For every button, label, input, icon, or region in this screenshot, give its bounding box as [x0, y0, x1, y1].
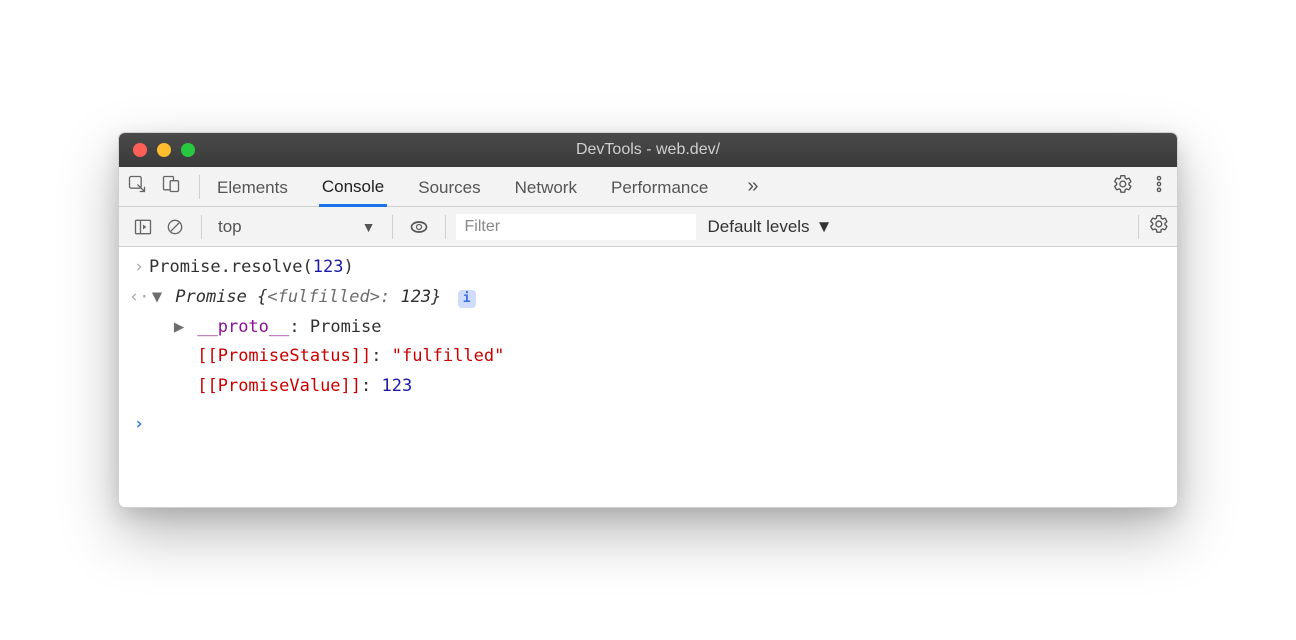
minimize-window-button[interactable] — [157, 143, 171, 157]
code-token-number: 123 — [313, 257, 344, 277]
result-value: 123 — [400, 287, 431, 307]
expand-toggle-icon[interactable]: ▼ — [149, 283, 165, 313]
execution-context-label: top — [218, 217, 242, 237]
log-level-selector[interactable]: Default levels ▼ — [708, 217, 833, 237]
clear-console-icon[interactable] — [159, 217, 191, 237]
expand-toggle-icon[interactable]: ▶ — [171, 313, 187, 343]
code-token: Promise.resolve( — [149, 257, 313, 277]
console-body: › Promise.resolve(123) ‹· ▼ Promise {<fu… — [119, 247, 1177, 507]
tree-value: "fulfilled" — [392, 346, 505, 366]
tree-key: __proto__ — [197, 317, 289, 337]
log-level-label: Default levels — [708, 217, 810, 237]
prompt-caret-icon: › — [129, 410, 149, 440]
tab-elements[interactable]: Elements — [214, 168, 291, 206]
toggle-console-sidebar-icon[interactable] — [127, 217, 159, 237]
maximize-window-button[interactable] — [181, 143, 195, 157]
execution-context-selector[interactable]: top ▼ — [212, 217, 382, 237]
tab-sources[interactable]: Sources — [415, 168, 483, 206]
device-toolbar-icon[interactable] — [161, 174, 181, 199]
tree-key: [[PromiseValue]] — [197, 376, 361, 396]
output-caret-icon: ‹· — [129, 283, 149, 313]
settings-icon[interactable] — [1113, 174, 1133, 199]
titlebar: DevTools - web.dev/ — [119, 133, 1177, 167]
window-controls — [119, 143, 195, 157]
result-close: } — [431, 287, 441, 307]
panel-tab-strip: Elements Console Sources Network Perform… — [119, 167, 1177, 207]
console-settings-icon[interactable] — [1149, 214, 1169, 239]
inspect-element-icon[interactable] — [127, 174, 147, 199]
close-window-button[interactable] — [133, 143, 147, 157]
more-tabs-icon[interactable]: » — [739, 175, 766, 198]
input-caret-icon: › — [129, 253, 149, 283]
console-result-row: ‹· ▼ Promise {<fulfilled>: 123} i ▶ __pr… — [119, 283, 1177, 402]
result-state: <fulfilled> — [267, 287, 380, 307]
tree-value: 123 — [382, 376, 413, 396]
separator — [445, 215, 446, 239]
tab-console[interactable]: Console — [319, 167, 387, 207]
tree-value: Promise — [310, 317, 382, 337]
console-input-row: › Promise.resolve(123) — [119, 253, 1177, 283]
chevron-down-icon: ▼ — [362, 219, 376, 235]
window-title: DevTools - web.dev/ — [576, 141, 720, 159]
console-input-prompt[interactable]: › — [119, 410, 1177, 440]
result-object-name: Promise { — [175, 287, 267, 307]
console-toolbar: top ▼ Filter Default levels ▼ — [119, 207, 1177, 247]
separator — [201, 215, 202, 239]
devtools-window: DevTools - web.dev/ Elements Console Sou… — [118, 132, 1178, 508]
tab-network[interactable]: Network — [512, 168, 580, 206]
tree-key: [[PromiseStatus]] — [197, 346, 371, 366]
filter-placeholder: Filter — [465, 218, 501, 236]
separator — [1138, 215, 1139, 239]
live-expression-icon[interactable] — [403, 217, 435, 237]
more-options-icon[interactable] — [1149, 174, 1169, 199]
separator — [199, 175, 200, 199]
tab-performance[interactable]: Performance — [608, 168, 711, 206]
code-token: ) — [343, 257, 353, 277]
info-badge-icon[interactable]: i — [458, 290, 476, 308]
filter-input[interactable]: Filter — [456, 214, 696, 240]
chevron-down-icon: ▼ — [816, 217, 833, 237]
separator — [392, 215, 393, 239]
object-tree: ▶ __proto__: Promise [[PromiseStatus]]: … — [149, 313, 1167, 402]
result-sep: : — [380, 287, 400, 307]
